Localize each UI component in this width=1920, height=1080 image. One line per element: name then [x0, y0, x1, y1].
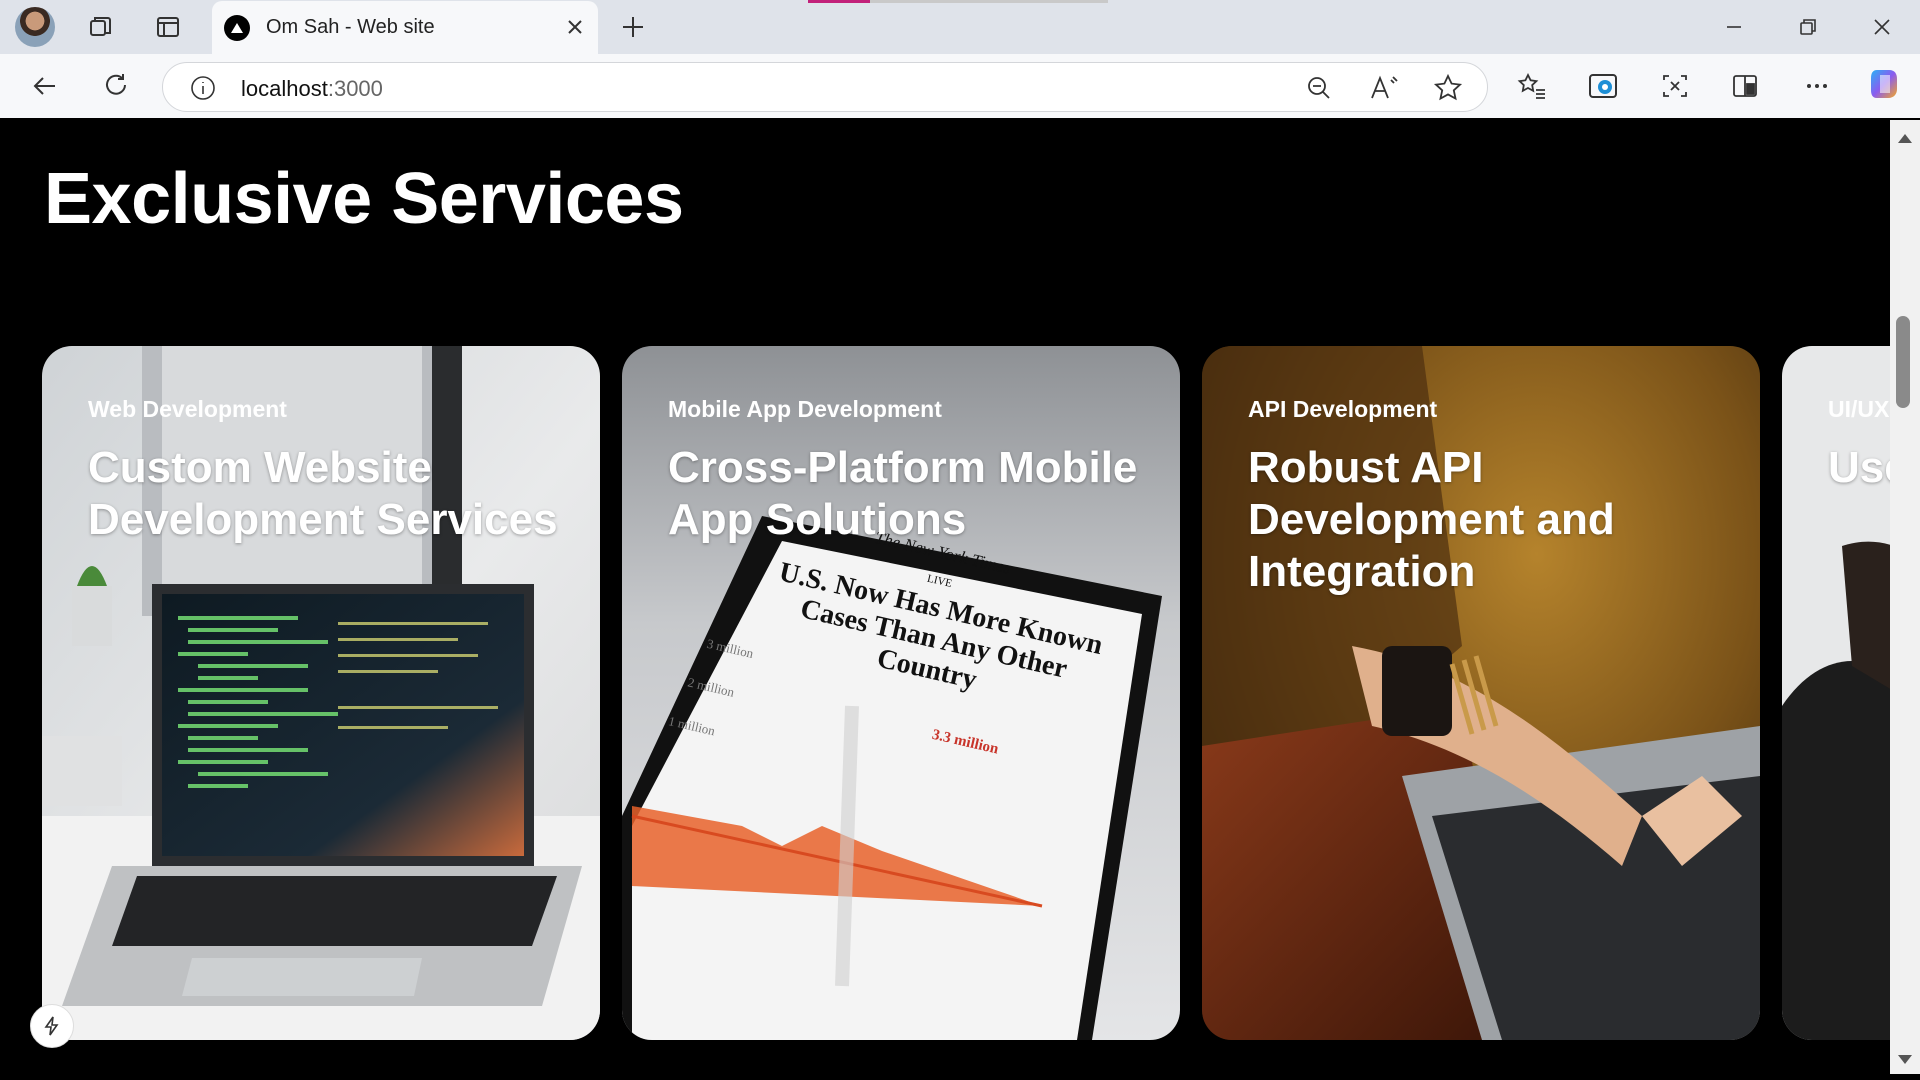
scrollbar-thumb[interactable]	[1896, 316, 1910, 408]
read-aloud-icon[interactable]	[1369, 74, 1399, 106]
page-scrollbar[interactable]	[1890, 120, 1920, 1074]
refresh-icon[interactable]	[93, 66, 139, 106]
url-text[interactable]: localhost:3000	[241, 76, 383, 102]
url-port: :3000	[327, 76, 383, 101]
edge-browser-icon[interactable]	[1580, 66, 1626, 106]
tab-close-icon[interactable]	[562, 14, 588, 40]
card-headline: Use De	[1828, 443, 1890, 492]
copilot-icon[interactable]	[1862, 64, 1908, 104]
browser-toolbar: localhost:3000	[0, 54, 1920, 118]
scroll-up-icon[interactable]	[1898, 134, 1912, 143]
back-icon[interactable]	[22, 66, 68, 106]
page-title: Exclusive Services	[44, 159, 684, 239]
avatar	[15, 7, 55, 47]
service-card-api-development[interactable]: API Development Robust API Development a…	[1202, 346, 1760, 1040]
service-card-ui-ux[interactable]: UI/UX Use De	[1782, 346, 1890, 1040]
site-info-icon[interactable]	[189, 74, 217, 106]
card-headline: Custom Website Development Services	[88, 443, 558, 544]
card-category: Mobile App Development	[668, 396, 942, 422]
tab-title: Om Sah - Web site	[266, 16, 435, 38]
zoom-out-icon[interactable]	[1305, 74, 1333, 106]
restore-icon[interactable]	[1776, 6, 1840, 48]
page-viewport: Exclusive Services Web Development Custo…	[8, 120, 1890, 1074]
card-headline: Cross-Platform Mobile App Solutions	[668, 443, 1138, 544]
card-category: Web Development	[88, 396, 287, 422]
screenshot-icon[interactable]	[1652, 66, 1698, 106]
dev-tools-bolt-button[interactable]	[30, 1004, 74, 1048]
favorites-icon[interactable]	[1509, 66, 1555, 106]
scroll-down-icon[interactable]	[1898, 1055, 1912, 1064]
tab-actions-icon[interactable]	[145, 7, 191, 47]
site-favicon-icon	[224, 14, 250, 41]
favorite-star-icon[interactable]	[1433, 73, 1463, 107]
service-card-web-development[interactable]: Web Development Custom Website Developme…	[42, 346, 600, 1040]
tab-active[interactable]: Om Sah - Web site	[212, 1, 598, 54]
browser-tabstrip: Om Sah - Web site	[0, 0, 1920, 54]
profile-avatar[interactable]	[12, 7, 58, 47]
url-host: localhost	[241, 76, 328, 101]
address-bar[interactable]: localhost:3000	[162, 62, 1488, 112]
card-headline: Robust API Development and Integration	[1248, 443, 1615, 596]
card-category: UI/UX	[1828, 396, 1890, 422]
minimize-icon[interactable]	[1702, 6, 1766, 48]
lightning-icon	[44, 1016, 59, 1036]
collections-icon[interactable]	[1722, 66, 1768, 106]
more-menu-icon[interactable]	[1794, 66, 1840, 106]
workspaces-icon[interactable]	[78, 7, 124, 47]
new-tab-icon[interactable]	[610, 7, 656, 47]
close-window-icon[interactable]	[1850, 6, 1914, 48]
page-loading-indicator	[808, 0, 1108, 3]
card-category: API Development	[1248, 396, 1438, 422]
service-card-mobile-app-development[interactable]: The New York Times LIVE U.S. Now Has Mor…	[622, 346, 1180, 1040]
